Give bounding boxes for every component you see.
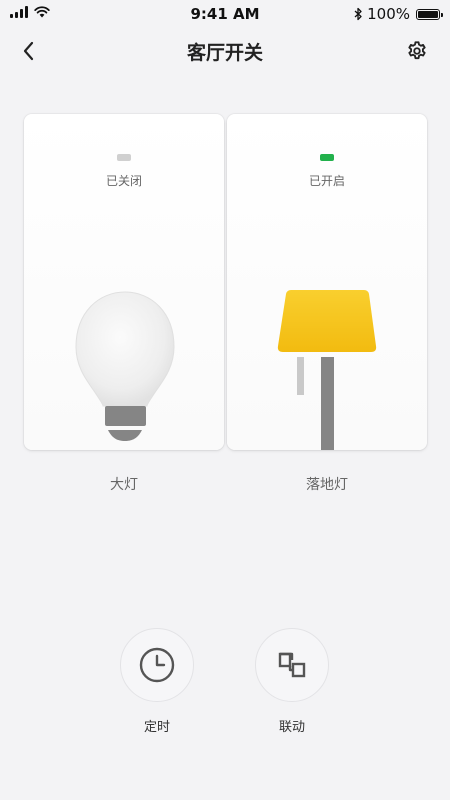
link-icon	[278, 652, 306, 678]
floor-lamp-icon	[277, 290, 377, 450]
page-title: 客厅开关	[186, 42, 263, 64]
clock-icon	[139, 647, 175, 683]
battery-fill	[418, 10, 438, 18]
timer-label: 定时	[143, 720, 170, 735]
battery-icon	[416, 8, 443, 20]
status-bar: 9:41 AM 100%	[0, 0, 450, 28]
switch-panel: 已关闭 已开启	[24, 114, 427, 451]
status-right: 100%	[354, 5, 443, 23]
gear-icon	[408, 41, 426, 60]
nav-bar: 客厅开关	[0, 28, 450, 74]
switch-button-floor-lamp[interactable]: 已开启	[227, 114, 427, 450]
switch-name-main-light: 大灯	[110, 477, 138, 493]
timer-button[interactable]: 定时	[117, 628, 197, 735]
timer-circle	[120, 628, 194, 702]
settings-button[interactable]	[404, 38, 430, 64]
linkage-label: 联动	[278, 720, 305, 735]
bulb-icon	[75, 291, 175, 441]
switch-name-floor-lamp: 落地灯	[306, 477, 348, 493]
battery-percent: 100%	[367, 5, 410, 23]
linkage-circle	[255, 628, 329, 702]
switch-button-main-light[interactable]: 已关闭	[24, 114, 224, 450]
bluetooth-icon	[354, 7, 362, 21]
linkage-button[interactable]: 联动	[252, 628, 332, 735]
